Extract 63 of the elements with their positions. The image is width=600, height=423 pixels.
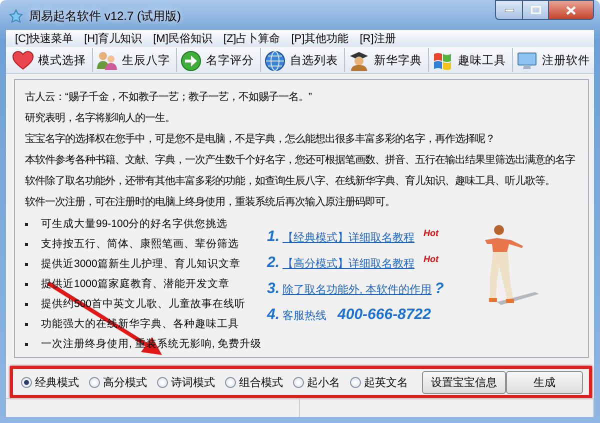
toolbar-button[interactable]: 趣味工具 bbox=[429, 48, 513, 72]
intro-text: 研究表明，名字将影响人的一生。 bbox=[25, 111, 176, 126]
minimize-button[interactable] bbox=[495, 0, 523, 20]
intro-text: 软件一次注册，可在注册时的电脑上终身使用，重装系统后再次输入原注册码即可。 bbox=[25, 195, 396, 210]
bullet-icon bbox=[25, 283, 28, 286]
item-number: 4. bbox=[267, 306, 280, 323]
mode-radio[interactable]: 起英文名 bbox=[350, 374, 408, 390]
menu-item[interactable]: [M]民俗知识 bbox=[148, 31, 218, 46]
settings-button[interactable]: 设置宝宝信息 bbox=[422, 370, 506, 394]
minimize-icon bbox=[504, 8, 514, 12]
bullet-icon bbox=[25, 243, 28, 246]
toolbar-button[interactable]: 模式选择 bbox=[9, 48, 93, 72]
bullet-icon bbox=[25, 263, 28, 266]
bullet-icon bbox=[25, 223, 28, 226]
feature-text: 提供近3000篇新生儿护理、育儿知识文章 bbox=[41, 257, 240, 272]
mode-radio[interactable]: 诗词模式 bbox=[157, 374, 215, 390]
toolbar-button[interactable]: 注册软件 bbox=[513, 48, 600, 72]
bullet-icon bbox=[25, 343, 28, 346]
item-number: 1. bbox=[267, 228, 280, 245]
globe-icon bbox=[264, 50, 286, 70]
item-number: 3. bbox=[267, 280, 280, 297]
mode-radio[interactable]: 高分模式 bbox=[89, 374, 147, 390]
intro-text: 古人云：“赐子千金，不如教子一艺；教子一艺，不如赐子一名。” bbox=[25, 90, 313, 105]
close-icon bbox=[566, 6, 576, 14]
hot-label: Hot bbox=[424, 253, 439, 265]
window-title: 周易起名软件 v12.7 (试用版) bbox=[29, 8, 182, 25]
feature-text: 支持按五行、简体、康熙笔画、辈份筛选 bbox=[41, 237, 239, 252]
close-button[interactable] bbox=[549, 0, 594, 20]
maximize-icon bbox=[530, 6, 540, 14]
generate-button[interactable]: 生成 bbox=[506, 370, 583, 394]
tutorial-link[interactable]: 【高分模式】详细取名教程 bbox=[282, 256, 415, 271]
question-mark: ? bbox=[434, 280, 444, 297]
mode-radio[interactable]: 经典模式 bbox=[21, 374, 79, 390]
intro-text: 本软件参考各种书籍、文献、字典，一次产生数千个好名字，您还可根据笔画数、拼音、五行在输出结果里筛选出满意的名字 bbox=[25, 153, 576, 168]
app-star-icon bbox=[9, 9, 23, 23]
tutorial-link[interactable]: 【经典模式】详细取名教程 bbox=[282, 230, 415, 245]
item-number: 2. bbox=[267, 254, 280, 271]
mode-radio[interactable]: 起小名 bbox=[293, 374, 340, 390]
monitor-icon bbox=[516, 50, 538, 70]
menu-item[interactable]: [P]其他功能 bbox=[286, 31, 354, 46]
intro-text: 宝宝名字的选择权在您手中，可是您不是电脑，不是字典，怎么能想出很多丰富多彩的名字，再作选择呢？ bbox=[25, 132, 496, 147]
maximize-button[interactable] bbox=[523, 0, 549, 20]
bullet-icon bbox=[25, 323, 28, 326]
menu-item[interactable]: [Z]占卜算命 bbox=[218, 31, 286, 46]
hot-label: Hot bbox=[424, 227, 439, 239]
toolbar-button[interactable]: 自选列表 bbox=[261, 48, 345, 72]
toolbar-button[interactable]: 名字评分 bbox=[177, 48, 261, 72]
menu-item[interactable]: [C]快速菜单 bbox=[10, 31, 78, 46]
graduate-icon bbox=[348, 50, 370, 70]
tutorial-link[interactable]: 除了取名功能外, 本软件的作用 bbox=[282, 282, 432, 297]
toolbar-button[interactable]: 新华字典 bbox=[345, 48, 429, 72]
mode-radio[interactable]: 组合模式 bbox=[225, 374, 283, 390]
intro-text: 软件除了取名功能外，还带有其他丰富多彩的功能，如查询生辰八字、在线新华字典、育儿知识、趣味工具、听儿歌等。 bbox=[25, 174, 556, 189]
people-icon bbox=[96, 50, 118, 70]
phone-number: 400-666-8722 bbox=[338, 306, 431, 323]
arrow-circle-icon bbox=[180, 50, 202, 70]
menu-item[interactable]: [H]育儿知识 bbox=[79, 31, 148, 46]
feature-text: 可生成大量99-100分的好名字供您挑选 bbox=[41, 217, 228, 232]
bullet-icon bbox=[25, 303, 28, 306]
heart-icon bbox=[12, 50, 34, 70]
hotline-label: 客服热线 bbox=[282, 308, 327, 323]
menu-item[interactable]: [R]注册 bbox=[354, 31, 401, 46]
toolbar-button[interactable]: 生辰八字 bbox=[93, 48, 177, 72]
